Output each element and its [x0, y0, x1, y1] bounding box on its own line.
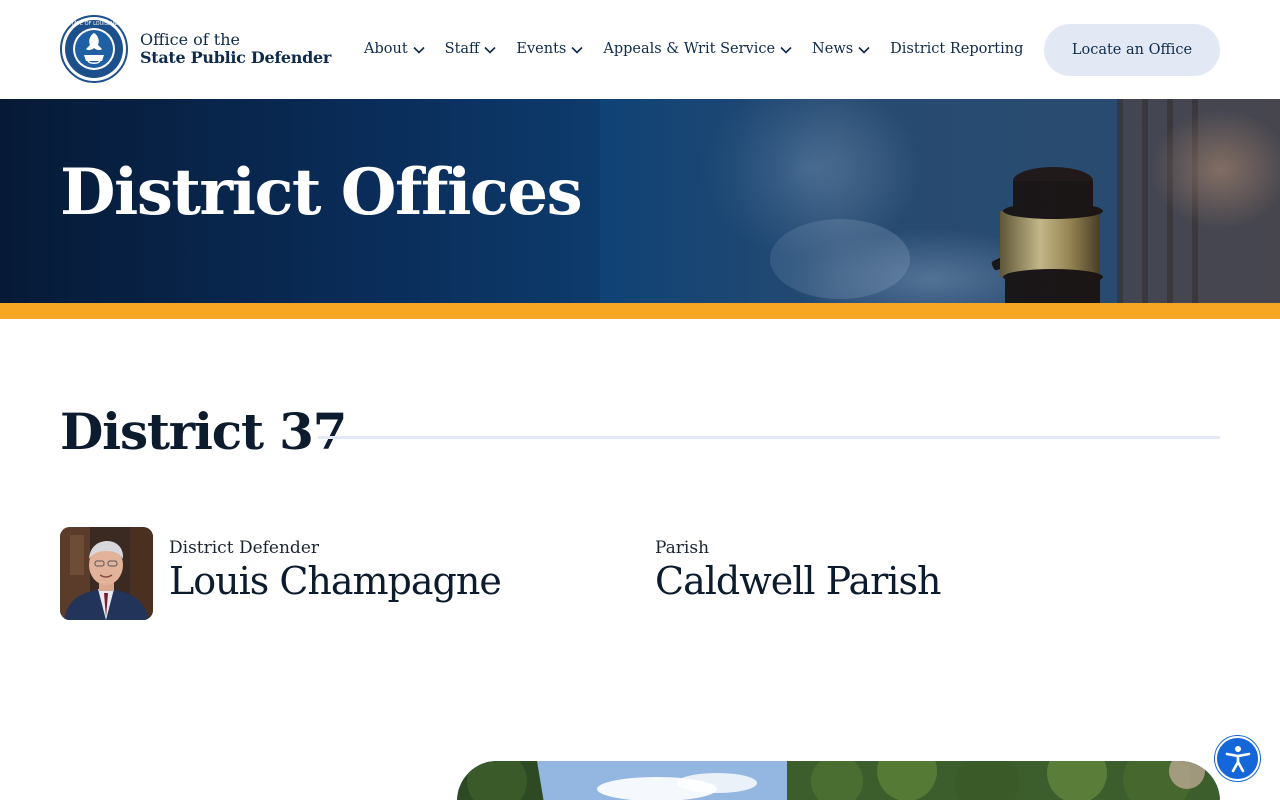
- main-nav: About Staff Events Appeals & Writ Servic…: [364, 38, 1023, 60]
- louisiana-state-seal-icon: STATE OF LOUISIANA: [60, 15, 128, 83]
- chevron-down-icon: [571, 46, 583, 54]
- defender-label: District Defender: [169, 538, 320, 558]
- nav-item-news[interactable]: News: [812, 41, 870, 57]
- parish-name: Caldwell Parish: [655, 559, 941, 603]
- logo-line-2: State Public Defender: [140, 48, 332, 67]
- logo-text: Office of the State Public Defender: [140, 31, 331, 67]
- district-heading: District 37: [60, 402, 347, 461]
- page-title: District Offices: [60, 155, 583, 230]
- nav-item-events[interactable]: Events: [516, 41, 583, 57]
- district-defender: District Defender Louis Champagne: [60, 527, 502, 620]
- defender-name: Louis Champagne: [169, 559, 502, 603]
- nav-item-label: Staff: [444, 41, 480, 57]
- parish-info: Parish Caldwell Parish: [655, 537, 941, 603]
- nav-item-label: Appeals & Writ Service: [603, 41, 776, 57]
- site-header: STATE OF LOUISIANA Office of the State P…: [0, 0, 1280, 99]
- office-photo: [457, 761, 1220, 800]
- office-exterior-photo: [457, 761, 1220, 800]
- chevron-down-icon: [484, 46, 496, 54]
- hero-banner: District Offices: [0, 99, 1280, 303]
- nav-item-label: District Reporting: [890, 41, 1024, 57]
- accessibility-person-icon: [1225, 745, 1250, 772]
- accessibility-button[interactable]: [1215, 736, 1260, 781]
- avatar: [60, 527, 153, 620]
- site-logo[interactable]: STATE OF LOUISIANA Office of the State P…: [60, 15, 331, 83]
- defender-info: District Defender Louis Champagne: [169, 537, 502, 603]
- nav-item-label: About: [364, 41, 408, 57]
- svg-text:STATE OF LOUISIANA: STATE OF LOUISIANA: [68, 21, 121, 27]
- nav-item-staff[interactable]: Staff: [445, 41, 497, 57]
- nav-item-appeals-writ-service[interactable]: Appeals & Writ Service: [603, 41, 792, 57]
- parish-label: Parish: [655, 538, 710, 558]
- nav-item-district-reporting[interactable]: District Reporting: [890, 41, 1023, 57]
- locate-an-office-button[interactable]: Locate an Office: [1044, 24, 1220, 76]
- chevron-down-icon: [858, 46, 870, 54]
- chevron-down-icon: [780, 46, 792, 54]
- logo-line-1: Office of the: [140, 30, 240, 49]
- accent-bar: [0, 303, 1280, 319]
- nav-item-about[interactable]: About: [364, 41, 425, 57]
- nav-item-label: Events: [516, 41, 567, 57]
- chevron-down-icon: [413, 46, 425, 54]
- gavel-photo: [600, 99, 1280, 303]
- heading-divider: [318, 436, 1220, 439]
- nav-item-label: News: [812, 41, 854, 57]
